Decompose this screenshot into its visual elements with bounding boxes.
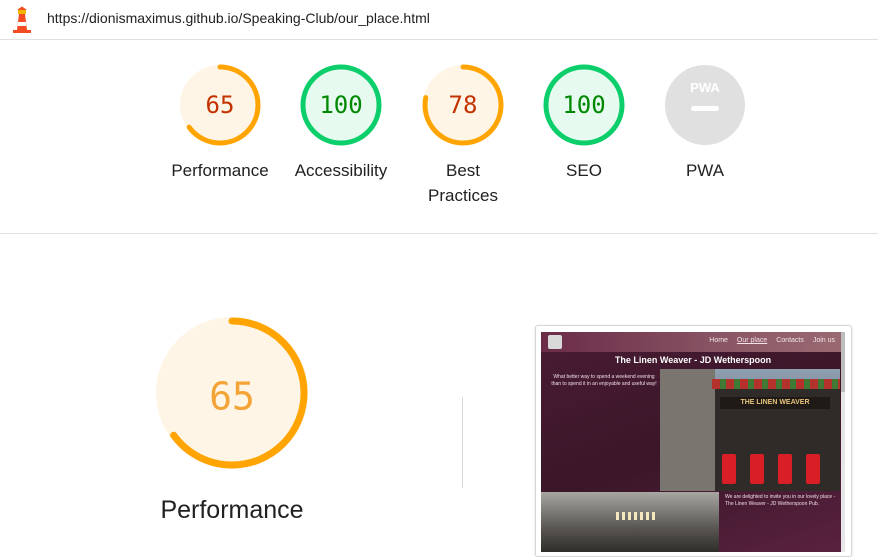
score-label: SEO: [566, 161, 602, 180]
gauge-best-practices[interactable]: 78 Best Practices: [403, 63, 523, 208]
score-label: Best Practices: [428, 161, 498, 205]
pub-sign: THE LINEN WEAVER: [720, 397, 830, 409]
screenshot-intro-text: What better way to spend a weekend eveni…: [551, 374, 657, 387]
score-ring: 100: [543, 64, 625, 146]
score-label: Accessibility: [294, 161, 388, 180]
screenshot-title: The Linen Weaver - JD Wetherspoon: [614, 355, 772, 365]
screenshot-scrollbar: [841, 332, 845, 552]
performance-score-value: 65: [209, 375, 255, 419]
menu-home: Home: [709, 337, 728, 344]
score-label: Performance: [171, 161, 269, 180]
final-screenshot[interactable]: Home Our place Contacts Join us The Line…: [535, 325, 852, 557]
club-logo-icon: [548, 335, 562, 349]
section-divider: [0, 233, 878, 234]
score-ring: 65: [179, 64, 261, 146]
screenshot-invite-text: We are delighted to invite you in our lo…: [725, 494, 836, 507]
performance-gauge: 65: [156, 317, 308, 469]
score-ring: 78: [422, 64, 504, 146]
screenshot-menu: Home Our place Contacts Join us: [702, 337, 835, 344]
menu-join-us: Join us: [812, 337, 835, 344]
score-value: 65: [206, 91, 235, 119]
lighthouse-icon: [13, 6, 31, 33]
score-ring: 100: [300, 64, 382, 146]
vertical-divider: [462, 397, 463, 488]
page-url[interactable]: https://dionismaximus.github.io/Speaking…: [47, 10, 430, 26]
pwa-badge-icon: PWA: [665, 65, 745, 145]
pwa-badge-text: PWA: [690, 80, 720, 95]
score-value: 100: [562, 91, 605, 119]
score-value: 100: [319, 91, 362, 119]
score-label: PWA: [685, 161, 725, 180]
gauge-seo[interactable]: 100 SEO: [524, 63, 644, 183]
performance-title: Performance: [160, 496, 304, 524]
menu-our-place: Our place: [736, 337, 768, 344]
screenshot-image: Home Our place Contacts Join us The Line…: [541, 332, 845, 552]
menu-contacts: Contacts: [776, 337, 804, 344]
gauge-performance[interactable]: 65 Performance: [160, 63, 280, 183]
score-value: 78: [449, 91, 478, 119]
url-bar: https://dionismaximus.github.io/Speaking…: [0, 0, 878, 40]
bar-interior-photo: [541, 492, 719, 552]
gauge-accessibility[interactable]: 100 Accessibility: [281, 63, 401, 183]
pub-photo: THE LINEN WEAVER: [660, 369, 840, 491]
gauge-pwa[interactable]: PWA PWA: [645, 63, 765, 183]
screenshot-nav: Home Our place Contacts Join us: [541, 332, 845, 352]
